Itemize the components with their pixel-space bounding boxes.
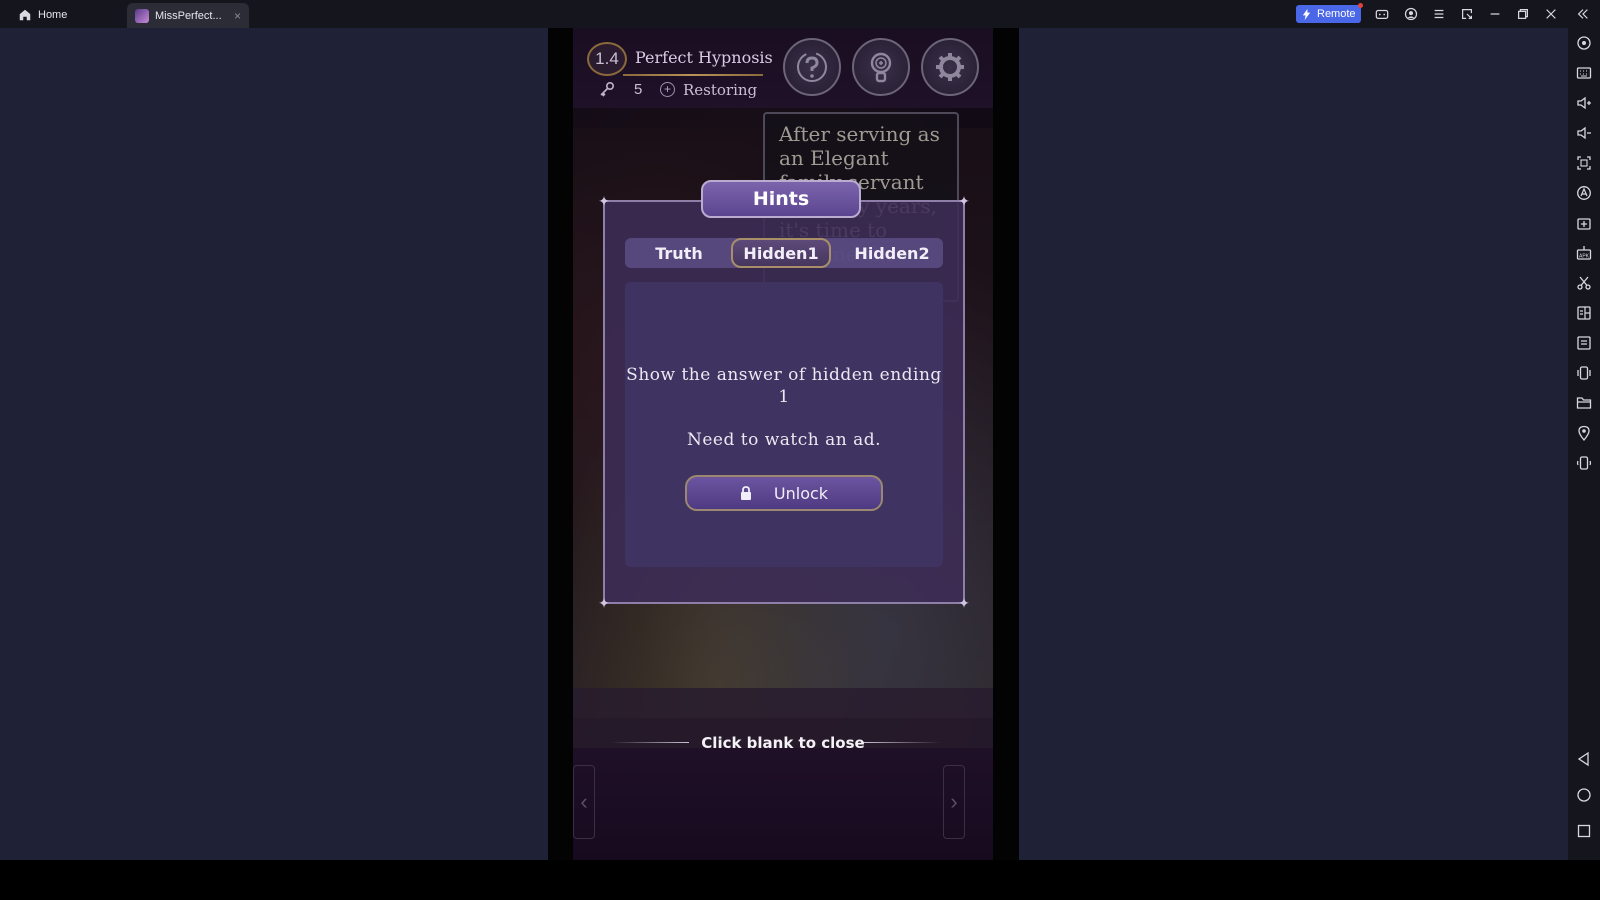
unlock-button[interactable]: Unlock [685, 475, 883, 511]
svg-text:APK: APK [1579, 254, 1590, 260]
emulator-background-right [1019, 28, 1568, 860]
multi-instance-icon[interactable] [1576, 305, 1592, 321]
level-badge: 1.4 [587, 42, 627, 76]
restore-icon[interactable] [1515, 6, 1531, 22]
corner-ornament-icon: ✦ [598, 595, 610, 611]
tab-close-icon[interactable]: × [234, 9, 241, 23]
modal-title: Hints [701, 180, 861, 218]
tab-hidden1[interactable]: Hidden1 [731, 238, 831, 268]
volume-down-icon[interactable] [1576, 125, 1592, 141]
level-title: Perfect Hypnosis [635, 48, 773, 67]
notification-dot [1358, 3, 1363, 8]
key-icon [600, 81, 615, 97]
key-count: 5 [634, 81, 643, 98]
add-key-icon[interactable]: + [660, 82, 675, 97]
gear-icon [936, 53, 964, 81]
rotate-icon[interactable] [1576, 455, 1592, 471]
account-icon[interactable] [1403, 6, 1419, 22]
close-icon[interactable] [1543, 6, 1559, 22]
tab-home-label: Home [38, 9, 68, 21]
shake-icon[interactable] [1576, 365, 1592, 381]
unlock-label: Unlock [773, 483, 829, 503]
minimize-icon[interactable] [1487, 6, 1503, 22]
top-hud: 1.4 Perfect Hypnosis 5 + Restoring [573, 28, 993, 108]
screen-resize-icon[interactable] [1459, 6, 1475, 22]
folder-icon[interactable] [1576, 395, 1592, 411]
keyboard-icon[interactable] [1576, 65, 1592, 81]
title-bar: Home MissPerfect... × Remote [0, 0, 1600, 28]
hint-description: Show the answer of hidden ending 1 [626, 365, 942, 407]
home-icon [19, 9, 31, 21]
ad-requirement-note: Need to watch an ad. [686, 430, 882, 450]
menu-icon[interactable] [1431, 6, 1447, 22]
back-icon[interactable] [1576, 751, 1592, 767]
choice-panel [573, 748, 993, 860]
corner-ornament-icon: ✦ [958, 193, 970, 209]
recent-apps-icon[interactable] [1576, 823, 1592, 839]
title-underline-ornament [623, 74, 763, 76]
gamepad-icon[interactable] [1374, 6, 1390, 22]
emulator-window: Home MissPerfect... × Remote 1.4 Perfect… [0, 0, 1600, 900]
app-icon [135, 8, 149, 23]
tab-home[interactable]: Home [10, 3, 75, 27]
remote-button[interactable]: Remote [1296, 3, 1363, 23]
volume-up-icon[interactable] [1576, 95, 1592, 111]
lock-icon [740, 486, 751, 500]
settings-icon[interactable] [1576, 35, 1592, 51]
tab-hidden2[interactable]: Hidden2 [847, 238, 937, 268]
hint-tabs: Truth Hidden1 Hidden2 [625, 238, 943, 268]
collapse-sidebar-icon[interactable] [1575, 6, 1591, 22]
apk-icon[interactable]: APK [1576, 245, 1592, 261]
lightning-icon [1302, 8, 1311, 20]
emulator-background-left [0, 28, 548, 860]
tab-app[interactable]: MissPerfect... × [127, 3, 249, 28]
previous-arrow-button[interactable]: ‹ [573, 765, 595, 839]
corner-ornament-icon: ✦ [958, 595, 970, 611]
notes-icon[interactable] [1576, 335, 1592, 351]
home-circle-icon[interactable] [1576, 787, 1592, 803]
question-icon [797, 52, 827, 82]
screenshot-icon[interactable] [1576, 155, 1592, 171]
side-toolbar: APK [1568, 28, 1600, 860]
lightbulb-icon [870, 52, 892, 83]
tab-truth[interactable]: Truth [635, 238, 723, 268]
tab-app-label: MissPerfect... [155, 9, 222, 22]
hint-button[interactable] [852, 38, 910, 96]
cut-icon[interactable] [1576, 275, 1592, 291]
settings-button[interactable] [921, 38, 979, 96]
corner-ornament-icon: ✦ [598, 193, 610, 209]
macro-icon[interactable] [1576, 185, 1592, 201]
location-icon[interactable] [1576, 425, 1592, 442]
next-arrow-button[interactable]: › [943, 765, 965, 839]
hint-content-panel: Show the answer of hidden ending 1 Need … [625, 282, 943, 567]
game-viewport[interactable]: 1.4 Perfect Hypnosis 5 + Restoring After… [573, 28, 993, 860]
help-button[interactable] [783, 38, 841, 96]
remote-label: Remote [1317, 8, 1356, 20]
restoring-status: Restoring [683, 81, 758, 99]
apk-install-icon[interactable] [1576, 215, 1592, 231]
